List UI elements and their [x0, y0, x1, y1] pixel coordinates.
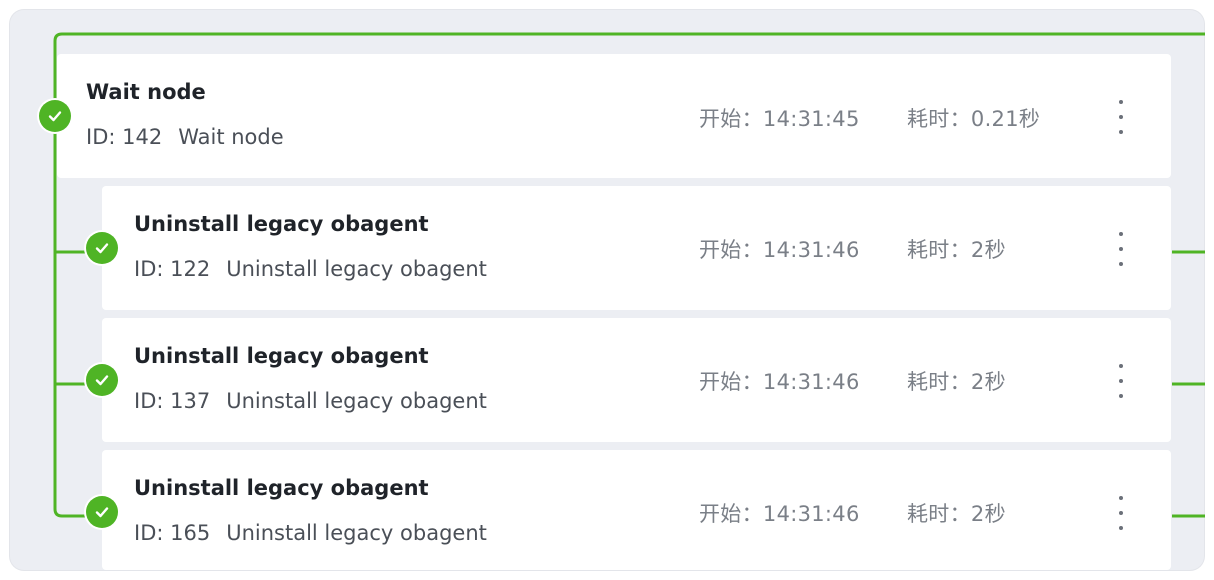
task-node-card[interactable] — [102, 450, 1171, 570]
node-id: ID: 137 — [134, 389, 211, 413]
node-duration: 耗时：2秒 — [907, 234, 1006, 264]
node-duration: 耗时：2秒 — [907, 366, 1006, 396]
node-subtitle: ID: 165 Uninstall legacy obagent — [134, 521, 487, 545]
node-id: ID: 122 — [134, 257, 211, 281]
check-circle-icon — [86, 232, 118, 264]
start-time: 14:31:46 — [762, 370, 860, 394]
node-duration: 耗时：0.21秒 — [907, 103, 1040, 133]
more-vertical-icon[interactable] — [1111, 232, 1131, 266]
check-circle-icon — [39, 100, 71, 132]
node-subtitle: ID: 122 Uninstall legacy obagent — [134, 257, 487, 281]
start-label: 开始： — [699, 502, 763, 526]
node-title: Uninstall legacy obagent — [134, 344, 429, 368]
duration-value: 2秒 — [970, 238, 1006, 262]
task-node-card[interactable] — [102, 186, 1171, 310]
start-time: 14:31:46 — [762, 502, 860, 526]
node-subtitle: ID: 137 Uninstall legacy obagent — [134, 389, 487, 413]
duration-value: 2秒 — [970, 370, 1006, 394]
node-name: Wait node — [178, 125, 284, 149]
node-start: 开始：14:31:46 — [699, 234, 860, 264]
start-label: 开始： — [699, 370, 763, 394]
node-title: Wait node — [86, 80, 206, 104]
node-name: Uninstall legacy obagent — [226, 521, 487, 545]
check-circle-icon — [86, 496, 118, 528]
duration-value: 0.21秒 — [970, 107, 1041, 131]
node-id: ID: 142 — [86, 125, 163, 149]
node-start: 开始：14:31:45 — [699, 103, 860, 133]
more-vertical-icon[interactable] — [1111, 496, 1131, 530]
duration-label: 耗时： — [907, 107, 971, 131]
start-label: 开始： — [699, 107, 763, 131]
node-start: 开始：14:31:46 — [699, 498, 860, 528]
node-duration: 耗时：2秒 — [907, 498, 1006, 528]
more-vertical-icon[interactable] — [1111, 364, 1131, 398]
node-id: ID: 165 — [134, 521, 211, 545]
duration-value: 2秒 — [970, 502, 1006, 526]
node-name: Uninstall legacy obagent — [226, 389, 487, 413]
start-time: 14:31:45 — [762, 107, 860, 131]
node-name: Uninstall legacy obagent — [226, 257, 487, 281]
task-node-card[interactable] — [102, 318, 1171, 442]
node-subtitle: ID: 142 Wait node — [86, 125, 284, 149]
start-label: 开始： — [699, 238, 763, 262]
node-start: 开始：14:31:46 — [699, 366, 860, 396]
more-vertical-icon[interactable] — [1111, 100, 1131, 134]
duration-label: 耗时： — [907, 238, 971, 262]
start-time: 14:31:46 — [762, 238, 860, 262]
check-circle-icon — [86, 364, 118, 396]
duration-label: 耗时： — [907, 502, 971, 526]
node-title: Uninstall legacy obagent — [134, 476, 429, 500]
duration-label: 耗时： — [907, 370, 971, 394]
node-title: Uninstall legacy obagent — [134, 212, 429, 236]
